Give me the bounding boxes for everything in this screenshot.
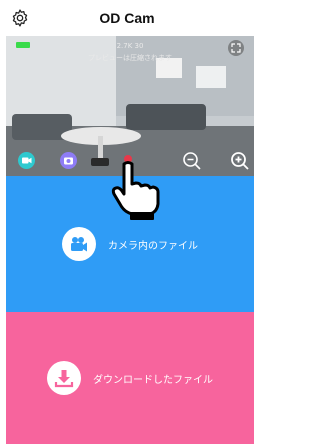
app-header: OD Cam bbox=[0, 0, 254, 36]
fullscreen-icon[interactable] bbox=[228, 40, 244, 56]
page-title: OD Cam bbox=[99, 10, 155, 26]
zoom-in-icon[interactable] bbox=[229, 150, 251, 172]
pointing-hand-icon bbox=[111, 155, 160, 220]
video-mode-button[interactable] bbox=[18, 152, 35, 169]
camera-icon bbox=[64, 157, 73, 165]
video-camera-icon bbox=[22, 157, 32, 164]
downloaded-files-label: ダウンロードしたファイル bbox=[93, 374, 213, 386]
camera-files-label: カメラ内のファイル bbox=[108, 240, 198, 252]
gear-icon[interactable] bbox=[10, 8, 30, 28]
video-camera-icon bbox=[62, 227, 96, 261]
preview-notice: プレビューは圧縮されます bbox=[88, 54, 172, 62]
photo-mode-button[interactable] bbox=[60, 152, 77, 169]
download-icon bbox=[47, 361, 81, 395]
zoom-out-icon[interactable] bbox=[181, 150, 203, 172]
resolution-text: 2.7K 30 bbox=[116, 42, 144, 50]
downloaded-files-tile[interactable]: ダウンロードしたファイル bbox=[6, 312, 254, 444]
